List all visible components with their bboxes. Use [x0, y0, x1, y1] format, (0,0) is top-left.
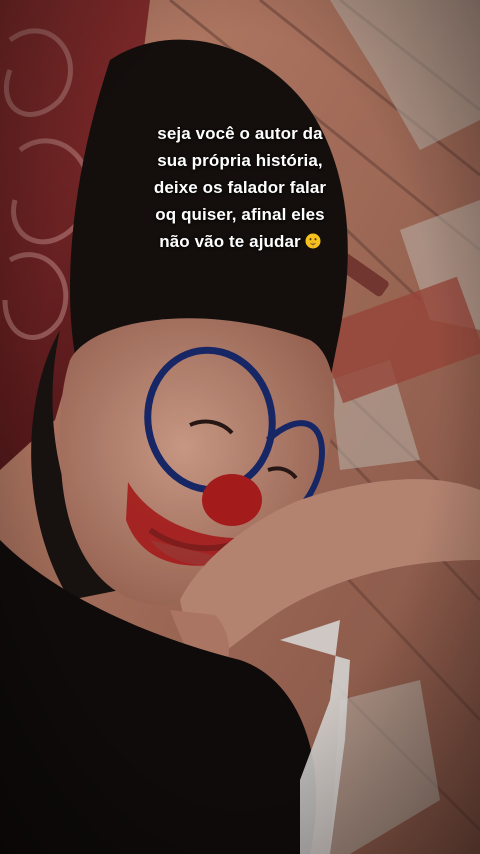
caption-line: deixe os falador falar [153, 178, 327, 197]
caption-line: sua própria história, [157, 151, 323, 170]
caption-line: seja você o autor da [157, 124, 323, 143]
caption-line-last: não vão te ajudar [0, 228, 480, 255]
story-frame: seja você o autor da sua própria históri… [0, 0, 480, 854]
caption-line-text: não vão te ajudar [159, 232, 301, 251]
shushing-face-emoji [305, 233, 321, 249]
story-caption: seja você o autor da sua própria históri… [0, 120, 480, 255]
caption-line: oq quiser, afinal eles [155, 205, 325, 224]
